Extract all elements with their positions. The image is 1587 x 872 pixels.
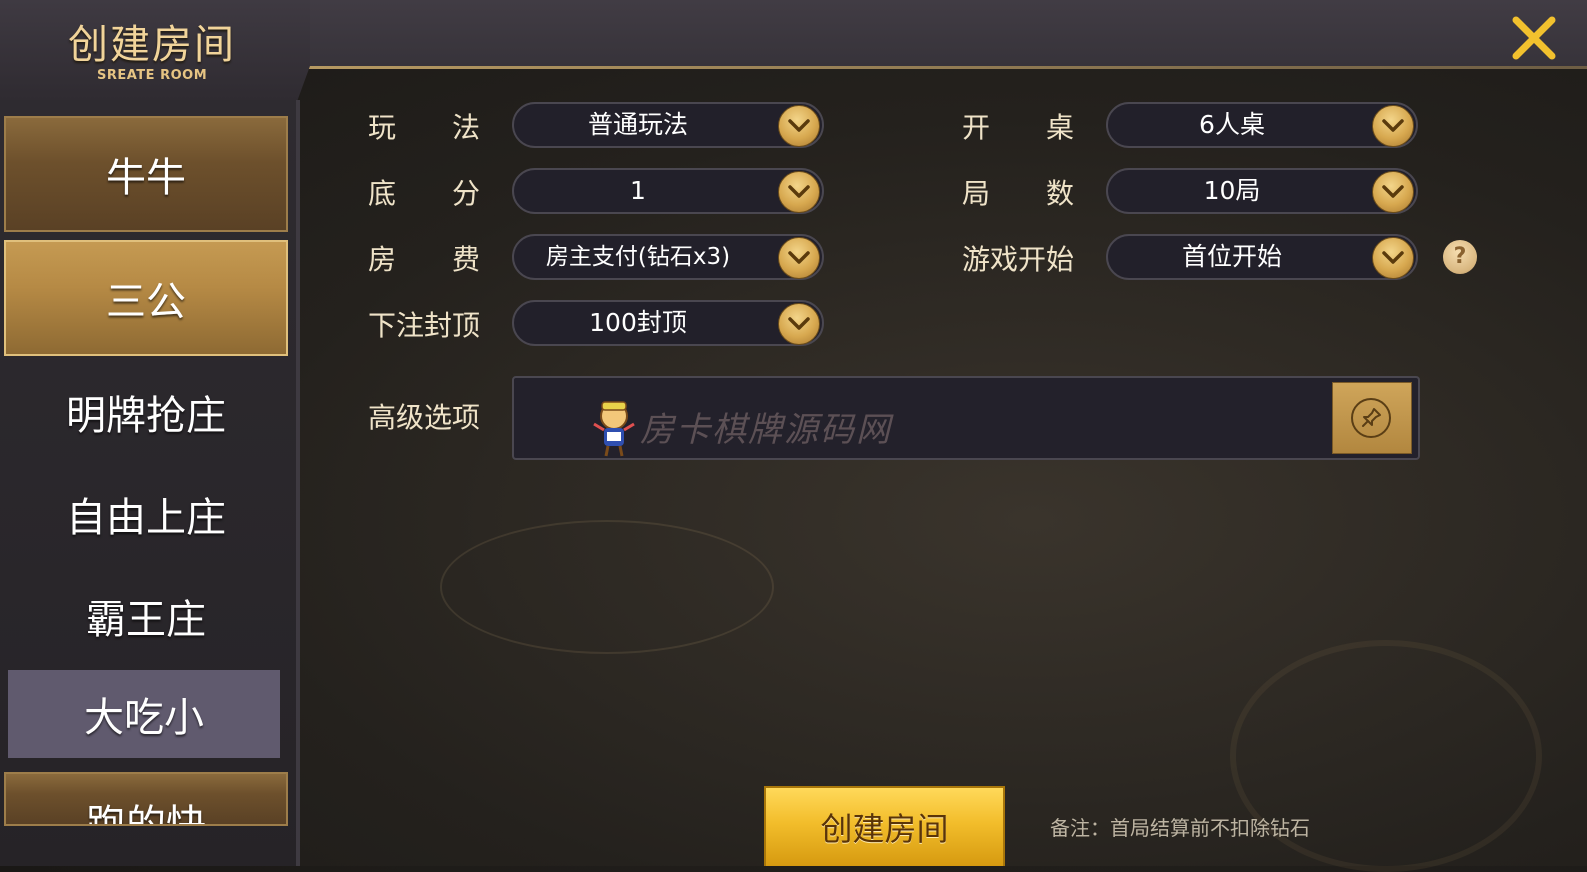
game-start-label: 游戏开始 <box>962 243 1075 276</box>
chevron-down-icon[interactable] <box>778 171 820 213</box>
chevron-down-icon[interactable] <box>778 237 820 279</box>
create-room-button-label: 创建房间 <box>820 810 949 848</box>
sidebar-item-dachixiao[interactable]: 大吃小 <box>8 670 280 758</box>
advanced-options-label: 高级选项 <box>368 401 481 434</box>
chevron-down-icon[interactable] <box>1372 171 1414 213</box>
background-table-decoration <box>440 520 774 654</box>
chevron-down-icon[interactable] <box>778 105 820 147</box>
sidebar-item-ziyou[interactable]: 自由上庄 <box>4 456 288 572</box>
game-type-sidebar: 牛牛 三公 明牌抢庄 自由上庄 霸王庄 大吃小 跑的快 <box>0 100 300 866</box>
panel-top-border <box>296 66 1587 69</box>
pin-icon <box>1351 398 1391 438</box>
chevron-down-icon[interactable] <box>778 303 820 345</box>
sidebar-item-paodekuai[interactable]: 跑的快 <box>4 772 288 826</box>
sidebar-item-label: 牛牛 <box>106 155 186 201</box>
bet-cap-value: 100封顶 <box>589 308 687 337</box>
play-mode-select[interactable]: 普通玩法 <box>512 102 824 148</box>
page-title: 创建房间 <box>68 22 236 68</box>
play-mode-value: 普通玩法 <box>587 110 688 139</box>
pin-button[interactable] <box>1332 382 1412 454</box>
sidebar-item-label: 三公 <box>106 279 186 325</box>
sidebar-item-label: 自由上庄 <box>66 495 226 541</box>
page-subtitle: SREATE ROOM <box>97 68 208 83</box>
room-fee-select[interactable]: 房主支付(钻石x3) <box>512 234 824 280</box>
sidebar-item-niuniu[interactable]: 牛牛 <box>4 116 288 232</box>
sidebar-item-sangong[interactable]: 三公 <box>4 240 288 356</box>
game-start-select[interactable]: 首位开始 <box>1106 234 1418 280</box>
table-size-label: 开 桌 <box>962 111 1075 144</box>
help-icon[interactable]: ? <box>1443 240 1477 274</box>
note-text: 备注：首局结算前不扣除钻石 <box>1050 816 1310 840</box>
watermark-text: 房卡棋牌源码网 <box>640 410 892 450</box>
rounds-select[interactable]: 10局 <box>1106 168 1418 214</box>
base-score-label: 底 分 <box>368 177 481 210</box>
table-size-select[interactable]: 6人桌 <box>1106 102 1418 148</box>
mascot-icon <box>593 401 635 457</box>
base-score-select[interactable]: 1 <box>512 168 824 214</box>
table-size-value: 6人桌 <box>1199 110 1265 139</box>
sidebar-item-label: 霸王庄 <box>86 597 206 643</box>
sidebar-item-label: 大吃小 <box>84 695 204 741</box>
chevron-down-icon[interactable] <box>1372 105 1414 147</box>
sidebar-item-label: 明牌抢庄 <box>66 393 226 439</box>
room-fee-value: 房主支付(钻石x3) <box>545 244 731 270</box>
room-fee-label: 房 费 <box>368 243 481 276</box>
close-icon <box>1512 16 1556 60</box>
bet-cap-select[interactable]: 100封顶 <box>512 300 824 346</box>
chevron-down-icon[interactable] <box>1372 237 1414 279</box>
bet-cap-label: 下注封顶 <box>368 309 481 342</box>
close-button[interactable] <box>1508 12 1560 64</box>
play-mode-label: 玩 法 <box>368 111 481 144</box>
sidebar-item-mingpai[interactable]: 明牌抢庄 <box>4 354 288 470</box>
rounds-value: 10局 <box>1203 176 1261 205</box>
sidebar-item-bawang[interactable]: 霸王庄 <box>4 558 288 674</box>
game-start-value: 首位开始 <box>1181 242 1282 271</box>
title-plate: 创建房间 SREATE ROOM <box>0 0 310 100</box>
base-score-value: 1 <box>630 176 646 205</box>
sidebar-item-label: 跑的快 <box>86 802 206 826</box>
rounds-label: 局 数 <box>962 177 1075 210</box>
create-room-button[interactable]: 创建房间 <box>764 786 1005 866</box>
